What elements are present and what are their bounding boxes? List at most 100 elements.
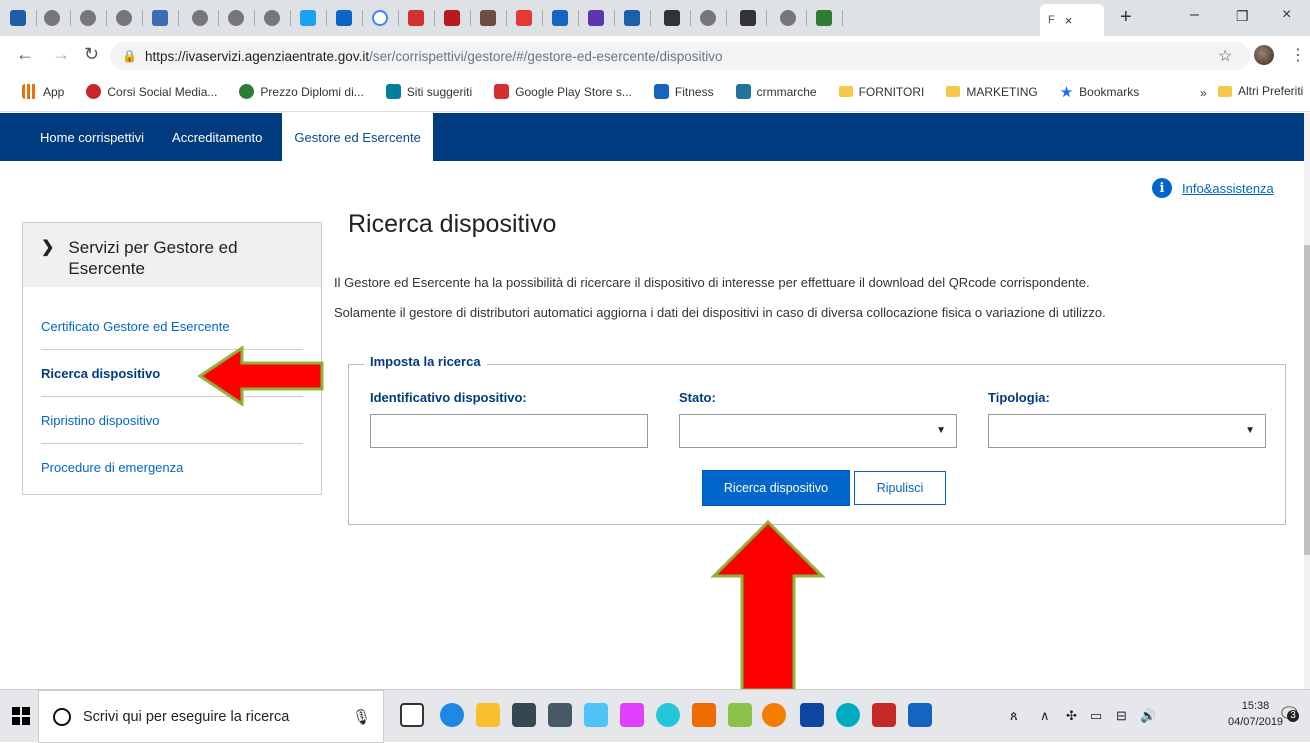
browser-tab[interactable] <box>10 5 37 31</box>
battery-icon[interactable]: ▭ <box>1090 708 1102 724</box>
bookmark-item[interactable]: Corsi Social Media... <box>86 84 217 99</box>
device-id-label: Identificativo dispositivo: <box>370 390 527 405</box>
bookmark-folder[interactable]: MARKETING <box>946 85 1038 99</box>
sidebar-header[interactable]: ❯ Servizi per Gestore ed Esercente <box>23 223 321 287</box>
dropbox-icon[interactable]: ✣ <box>1066 708 1077 724</box>
back-icon[interactable]: ← <box>16 44 34 65</box>
browser-tab[interactable] <box>444 5 471 31</box>
cross-icon <box>653 84 669 99</box>
browser-tab[interactable] <box>740 5 767 31</box>
browser-tab[interactable] <box>516 5 543 31</box>
browser-tab[interactable] <box>300 5 327 31</box>
bookmarks-overflow-button[interactable]: » <box>1200 86 1207 100</box>
browser-tab[interactable] <box>152 5 179 31</box>
browser-tab[interactable] <box>264 5 291 31</box>
browser-tab[interactable] <box>700 5 727 31</box>
browser-menu-icon[interactable]: ⋮ <box>1290 45 1306 65</box>
search-device-button[interactable]: Ricerca dispositivo <box>702 470 850 506</box>
bookmark-item[interactable]: crmmarche <box>735 84 817 99</box>
browser-tab[interactable] <box>780 5 807 31</box>
minimize-window-button[interactable]: – <box>1190 6 1199 24</box>
maximize-window-button[interactable]: ❐ <box>1236 8 1249 25</box>
wifi-app-icon[interactable] <box>836 703 860 727</box>
page-title: Ricerca dispositivo <box>348 210 557 238</box>
bookmark-item[interactable]: Siti suggeriti <box>385 84 472 99</box>
browser-tab[interactable] <box>336 5 363 31</box>
browser-tab[interactable] <box>80 5 107 31</box>
bookmark-favicon-icon <box>86 84 102 99</box>
nav-gestore-esercente[interactable]: Gestore ed Esercente <box>282 113 433 161</box>
sidebar-item-procedure-emergenza[interactable]: Procedure di emergenza <box>41 444 303 491</box>
close-tab-icon[interactable]: × <box>1065 13 1073 28</box>
browser-tab[interactable] <box>588 5 615 31</box>
nav-accreditamento[interactable]: Accreditamento <box>158 113 276 161</box>
bookmark-item[interactable]: Fitness <box>653 84 714 99</box>
bookmark-item[interactable]: Prezzo Diplomi di... <box>239 84 364 99</box>
browser-tab[interactable] <box>552 5 579 31</box>
info-assistenza[interactable]: i Info&assistenza <box>1152 178 1274 198</box>
close-window-button[interactable]: × <box>1282 6 1291 24</box>
bookmark-folder[interactable]: ★ Bookmarks <box>1060 83 1139 101</box>
sidebar-item-certificato[interactable]: Certificato Gestore ed Esercente <box>41 303 303 350</box>
app-icon[interactable] <box>800 703 824 727</box>
other-bookmarks-folder[interactable]: Altri Preferiti <box>1218 84 1303 98</box>
forward-icon[interactable]: → <box>52 44 70 65</box>
browser-tab[interactable] <box>44 5 71 31</box>
chevron-up-icon[interactable]: ∧ <box>1040 708 1050 724</box>
browser-tab[interactable] <box>816 5 843 31</box>
browser-tab[interactable] <box>480 5 507 31</box>
app-icon[interactable] <box>656 703 680 727</box>
url-host: https://ivaservizi.agenziaentrate.gov.it <box>144 48 370 64</box>
reload-icon[interactable]: ↻ <box>84 44 99 65</box>
mail-icon[interactable] <box>512 703 536 727</box>
bookmark-app[interactable]: App <box>22 84 64 99</box>
address-bar[interactable]: 🔒 https://ivaservizi.agenziaentrate.gov.… <box>110 42 1250 70</box>
people-icon[interactable]: ጰ <box>1010 708 1018 724</box>
browser-tab[interactable] <box>664 5 691 31</box>
outlook-icon[interactable] <box>584 703 608 727</box>
browser-tab[interactable] <box>116 5 143 31</box>
notification-count: 3 <box>1287 710 1299 722</box>
bookmark-folder[interactable]: FORNITORI <box>838 85 924 99</box>
app-icon[interactable] <box>620 703 644 727</box>
new-tab-button[interactable]: + <box>1120 6 1132 29</box>
reset-button[interactable]: Ripulisci <box>854 471 946 505</box>
word-icon[interactable] <box>908 703 932 727</box>
nav-home-corrispettivi[interactable]: Home corrispettivi <box>0 113 158 161</box>
browser-tab[interactable] <box>408 5 435 31</box>
browser-tab[interactable] <box>372 5 399 31</box>
notifications-icon[interactable]: 🗨3 <box>1278 704 1301 725</box>
taskbar-search-box[interactable]: Scrivi qui per eseguire la ricerca 🎙 <box>38 690 384 743</box>
fieldset-legend: Imposta la ricerca <box>364 354 487 369</box>
microphone-icon[interactable]: 🎙 <box>352 708 371 726</box>
profile-avatar[interactable] <box>1254 45 1274 65</box>
windows-start-icon[interactable] <box>12 707 30 725</box>
task-view-icon[interactable] <box>400 703 424 727</box>
browser-tab[interactable] <box>228 5 255 31</box>
info-assistenza-link[interactable]: Info&assistenza <box>1182 181 1274 196</box>
lock-icon: 🔒 <box>122 49 137 63</box>
bookmark-star-icon[interactable]: ☆ <box>1218 46 1232 66</box>
bookmark-item[interactable]: Google Play Store s... <box>494 84 632 99</box>
scrollbar-thumb[interactable] <box>1304 245 1310 555</box>
store-icon[interactable] <box>548 703 572 727</box>
device-id-input[interactable] <box>370 414 648 448</box>
app-icon[interactable] <box>692 703 716 727</box>
taskbar-clock[interactable]: 15:38 04/07/2019 <box>1228 698 1283 730</box>
url-path: /ser/corrispettivi/gestore/#/gestore-ed-… <box>369 48 723 64</box>
app-icon[interactable] <box>728 703 752 727</box>
access-icon[interactable] <box>872 703 896 727</box>
active-browser-tab[interactable]: F × <box>1040 4 1104 36</box>
tipologia-select[interactable]: ▼ <box>988 414 1266 448</box>
stato-select[interactable]: ▼ <box>679 414 957 448</box>
sidebar-title: Servizi per Gestore ed Esercente <box>68 238 238 278</box>
browser-tab[interactable] <box>192 5 219 31</box>
chrome-icon[interactable] <box>762 703 786 727</box>
volume-icon[interactable]: 🔊 <box>1140 708 1156 724</box>
browser-tab[interactable] <box>624 5 651 31</box>
file-explorer-icon[interactable] <box>476 703 500 727</box>
dropdown-arrow-icon: ▼ <box>936 425 946 436</box>
network-icon[interactable]: ⊟ <box>1116 708 1127 724</box>
edge-icon[interactable] <box>440 703 464 727</box>
bing-icon <box>385 84 401 99</box>
